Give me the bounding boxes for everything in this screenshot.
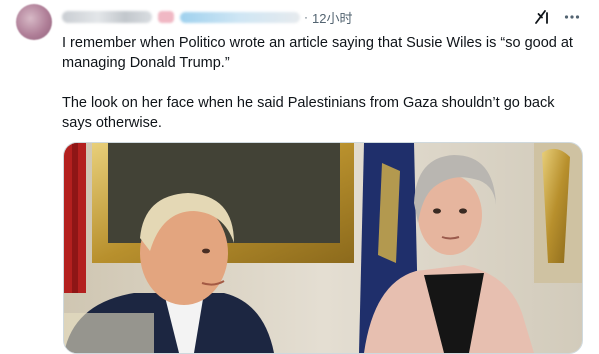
more-icon[interactable]	[563, 8, 581, 26]
tweet-photo[interactable]	[63, 142, 583, 354]
display-name-blurred[interactable]	[62, 11, 152, 23]
photo-illustration	[64, 143, 582, 353]
handle-blurred[interactable]	[180, 11, 300, 23]
separator-dot: ·	[304, 10, 308, 24]
tweet-header: · 12小时	[62, 7, 352, 27]
avatar[interactable]	[16, 4, 52, 40]
grok-icon[interactable]	[533, 8, 551, 26]
tweet-text-paragraph-2: The look on her face when he said Palest…	[62, 95, 555, 131]
timestamp[interactable]: 12小时	[312, 8, 352, 27]
tweet-text: I remember when Politico wrote an articl…	[62, 33, 582, 133]
tweet-text-paragraph-1: I remember when Politico wrote an articl…	[62, 35, 573, 71]
name-emoji-blurred	[158, 11, 174, 23]
tweet[interactable]: · 12小时 I remember when Politico wrote an…	[0, 0, 599, 354]
